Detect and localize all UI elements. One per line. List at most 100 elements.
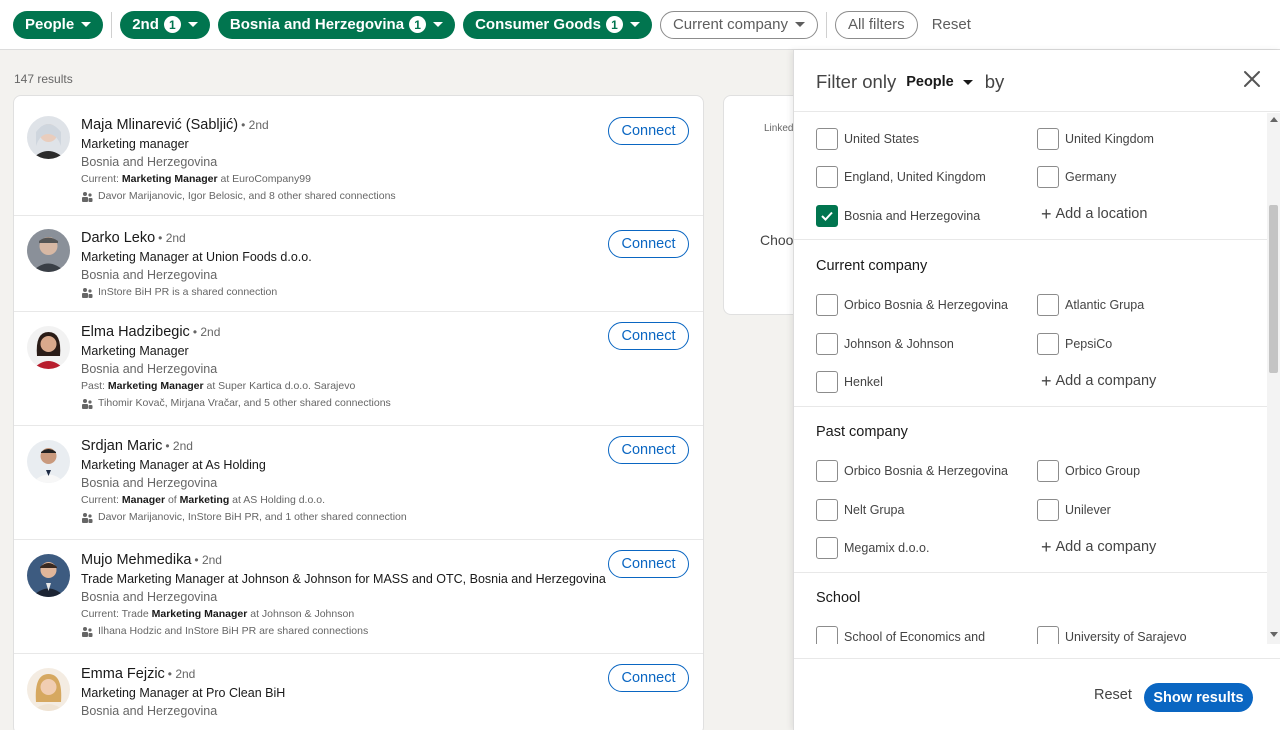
past-company-option[interactable]: Unilever: [1037, 499, 1111, 521]
shared-connections[interactable]: Tihomir Kovač, Mirjana Vračar, and 5 oth…: [81, 395, 601, 412]
checkbox[interactable]: [816, 371, 838, 393]
people-filter-button[interactable]: People: [13, 10, 104, 39]
avatar[interactable]: [27, 326, 70, 369]
avatar[interactable]: [27, 440, 70, 483]
divider: [826, 11, 827, 38]
people-icon: [82, 398, 93, 409]
checkbox[interactable]: [1037, 460, 1059, 482]
result-info: Emma Fejzic • 2nd Marketing Manager at Pr…: [81, 664, 601, 720]
add-company-button[interactable]: + Add a company: [1041, 371, 1156, 391]
location-option[interactable]: United States: [816, 128, 919, 150]
divider: [794, 239, 1267, 240]
shared-connections[interactable]: Ilhana Hodzic and InStore BiH PR are sha…: [81, 623, 606, 640]
company-option[interactable]: Johnson & Johnson: [816, 333, 954, 355]
location-option[interactable]: United Kingdom: [1037, 128, 1154, 150]
person-position: Current: Trade Marketing Manager at John…: [81, 608, 355, 620]
avatar[interactable]: [27, 668, 70, 711]
person-headline: Marketing Manager: [81, 344, 189, 358]
company-option[interactable]: Henkel: [816, 371, 883, 393]
company-option[interactable]: Orbico Bosnia & Herzegovina: [816, 294, 1008, 316]
past-company-option[interactable]: Megamix d.o.o.: [816, 537, 929, 559]
checkbox[interactable]: [816, 626, 838, 644]
past-company-option[interactable]: Orbico Group: [1037, 460, 1140, 482]
checkbox[interactable]: [1037, 166, 1059, 188]
school-option[interactable]: School of Economics and: [816, 626, 985, 644]
reset-filters-button[interactable]: Reset: [932, 16, 971, 33]
location-option[interactable]: England, United Kingdom: [816, 166, 986, 188]
reset-button[interactable]: Reset: [1094, 687, 1132, 703]
person-position: Current: Manager of Marketing at AS Hold…: [81, 494, 325, 506]
avatar[interactable]: [27, 116, 70, 159]
checkbox[interactable]: [1037, 626, 1059, 644]
result-info: Elma Hadzibegic • 2nd Marketing Manager B…: [81, 322, 601, 412]
close-icon[interactable]: [1242, 69, 1262, 89]
past-company-option[interactable]: Nelt Grupa: [816, 499, 904, 521]
show-results-button[interactable]: Show results: [1144, 683, 1253, 712]
scroll-down-icon[interactable]: [1270, 632, 1278, 637]
scroll-up-icon[interactable]: [1270, 117, 1278, 122]
person-location: Bosnia and Herzegovina: [81, 155, 218, 169]
school-option[interactable]: University of Sarajevo: [1037, 626, 1187, 644]
people-icon: [82, 287, 93, 298]
all-filters-button[interactable]: All filters: [835, 10, 918, 39]
plus-icon: +: [1041, 204, 1052, 224]
result-info: Darko Leko • 2nd Marketing Manager at Uni…: [81, 228, 601, 301]
checkbox[interactable]: [816, 460, 838, 482]
avatar[interactable]: [27, 554, 70, 597]
checkbox[interactable]: [1037, 499, 1059, 521]
panel-scrollbar[interactable]: [1267, 113, 1280, 644]
add-past-company-button[interactable]: + Add a company: [1041, 537, 1156, 557]
current-company-filter-button[interactable]: Current company: [659, 10, 818, 39]
scrollbar-thumb[interactable]: [1269, 205, 1278, 373]
people-icon: [82, 626, 93, 637]
person-name[interactable]: Mujo Mehmedika: [81, 552, 191, 568]
result-info: Mujo Mehmedika • 2nd Trade Marketing Mana…: [81, 550, 606, 640]
industry-filter-button[interactable]: Consumer Goods 1: [463, 10, 652, 39]
past-company-option[interactable]: Orbico Bosnia & Herzegovina: [816, 460, 1008, 482]
result-info: Maja Mlinarević (Sabljić) • 2nd Marketing…: [81, 115, 601, 205]
plus-icon: +: [1041, 371, 1052, 391]
location-filter-button[interactable]: Bosnia and Herzegovina 1: [217, 10, 456, 39]
checkbox[interactable]: [1037, 294, 1059, 316]
connection-degree: • 2nd: [165, 439, 193, 453]
person-headline: Marketing Manager at As Holding: [81, 458, 266, 472]
connect-button[interactable]: Connect: [608, 322, 689, 350]
connections-filter-button[interactable]: 2nd 1: [120, 10, 210, 39]
person-location: Bosnia and Herzegovina: [81, 476, 218, 490]
person-name[interactable]: Elma Hadzibegic: [81, 324, 190, 340]
checkbox[interactable]: [1037, 333, 1059, 355]
checkbox[interactable]: [816, 499, 838, 521]
checkbox-checked[interactable]: [816, 205, 838, 227]
person-name[interactable]: Emma Fejzic: [81, 666, 165, 682]
plus-icon: +: [1041, 537, 1052, 557]
filter-panel: Filter only People by United States Unit…: [793, 50, 1280, 730]
result-info: Srdjan Maric • 2nd Marketing Manager at A…: [81, 436, 601, 526]
checkbox[interactable]: [1037, 128, 1059, 150]
connect-button[interactable]: Connect: [608, 550, 689, 578]
person-headline: Marketing Manager at Union Foods d.o.o.: [81, 250, 312, 264]
shared-connections[interactable]: Davor Marijanovic, InStore BiH PR, and 1…: [81, 509, 601, 526]
person-name[interactable]: Srdjan Maric: [81, 438, 162, 454]
company-option[interactable]: Atlantic Grupa: [1037, 294, 1144, 316]
shared-connections[interactable]: Davor Marijanovic, Igor Belosic, and 8 o…: [81, 188, 601, 205]
shared-connections[interactable]: InStore BiH PR is a shared connection: [81, 284, 601, 301]
connect-button[interactable]: Connect: [608, 230, 689, 258]
person-name[interactable]: Darko Leko: [81, 230, 155, 246]
checkbox[interactable]: [816, 166, 838, 188]
add-location-button[interactable]: + Add a location: [1041, 204, 1147, 224]
location-option[interactable]: Germany: [1037, 166, 1116, 188]
checkbox[interactable]: [816, 128, 838, 150]
person-name[interactable]: Maja Mlinarević (Sabljić): [81, 117, 238, 133]
avatar[interactable]: [27, 229, 70, 272]
checkbox[interactable]: [816, 294, 838, 316]
connect-button[interactable]: Connect: [608, 436, 689, 464]
connect-button[interactable]: Connect: [608, 664, 689, 692]
location-option[interactable]: Bosnia and Herzegovina: [816, 205, 980, 227]
person-headline: Marketing Manager at Pro Clean BiH: [81, 686, 286, 700]
checkbox[interactable]: [816, 537, 838, 559]
checkbox[interactable]: [816, 333, 838, 355]
result-type-dropdown[interactable]: People: [906, 74, 973, 90]
connection-degree: • 2nd: [192, 325, 221, 339]
company-option[interactable]: PepsiCo: [1037, 333, 1112, 355]
connect-button[interactable]: Connect: [608, 117, 689, 145]
